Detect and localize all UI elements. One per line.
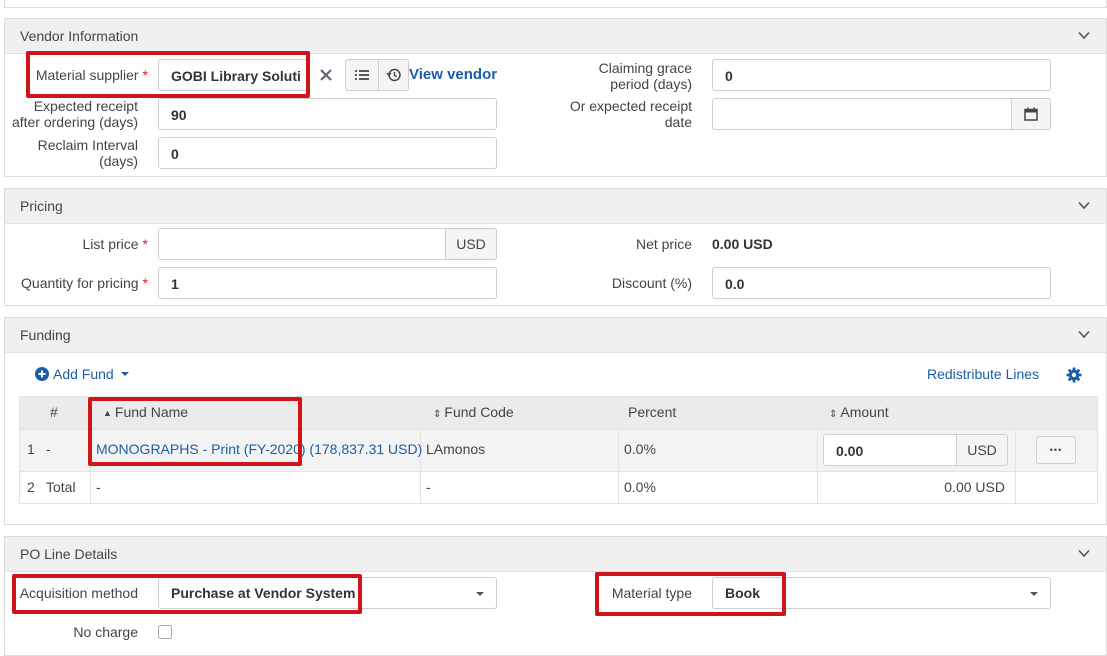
chevron-down-icon[interactable]: [1078, 31, 1090, 40]
list-price-input[interactable]: USD: [158, 228, 497, 260]
row-number: 1: [27, 441, 35, 457]
claiming-grace-input[interactable]: 0: [712, 59, 1051, 91]
net-price-value: 0.00 USD: [712, 236, 773, 252]
redistribute-lines-link[interactable]: Redistribute Lines: [927, 366, 1039, 382]
highlight-fund-name: [88, 397, 302, 466]
gear-icon[interactable]: [1066, 367, 1082, 383]
view-vendor-link[interactable]: View vendor: [409, 66, 497, 83]
list-price-label: List price *: [82, 236, 148, 252]
calendar-button[interactable]: [1011, 98, 1051, 130]
sort-icon: ⇕: [433, 409, 442, 420]
column-header-fund-code[interactable]: ⇕ Fund Code: [433, 404, 514, 420]
column-header-percent: Percent: [628, 404, 677, 420]
total-percent: 0.0%: [624, 479, 656, 495]
clear-icon[interactable]: [319, 68, 333, 82]
dropdown-caret-icon: [476, 592, 484, 596]
highlight-acquisition-method: [12, 574, 362, 614]
required-asterisk: *: [142, 236, 148, 252]
add-fund-button[interactable]: Add Fund: [35, 366, 129, 382]
discount-input[interactable]: 0.0: [712, 267, 1051, 299]
chevron-down-icon[interactable]: [1078, 201, 1090, 210]
or-expected-receipt-date-label: Or expected receipt date: [569, 98, 692, 130]
total-fund-name: -: [96, 479, 101, 495]
pricing-header[interactable]: Pricing: [5, 189, 1106, 224]
chevron-down-icon[interactable]: [1078, 330, 1090, 339]
reclaim-interval-input[interactable]: 0: [158, 137, 497, 169]
expected-receipt-label: Expected receipt after ordering (days): [11, 98, 138, 130]
percent-cell: 0.0%: [624, 441, 656, 457]
column-header-number: #: [50, 404, 58, 420]
total-label: Total: [46, 479, 76, 495]
list-icon[interactable]: [354, 69, 370, 81]
po-line-details-header[interactable]: PO Line Details: [5, 537, 1106, 572]
section-title: Funding: [20, 327, 71, 343]
required-asterisk: *: [142, 275, 148, 291]
no-charge-checkbox[interactable]: [158, 625, 172, 639]
supplier-button-group: [345, 59, 409, 91]
total-row-number: 2: [27, 479, 35, 495]
list-price-currency: USD: [445, 228, 497, 260]
quantity-for-pricing-input[interactable]: 1: [158, 267, 497, 299]
section-title: Pricing: [20, 198, 63, 214]
plus-circle-icon: [35, 367, 49, 381]
caret-down-icon: [120, 372, 129, 376]
funding-header[interactable]: Funding: [5, 318, 1106, 353]
chevron-down-icon[interactable]: [1078, 549, 1090, 558]
net-price-label: Net price: [635, 236, 692, 252]
highlight-material-type: [595, 572, 786, 616]
amount-currency: USD: [956, 434, 1008, 466]
fund-balance: (178,837.31 USD): [309, 441, 423, 457]
column-header-amount[interactable]: ⇕ Amount: [829, 404, 889, 420]
fund-code-cell: LAmonos: [426, 441, 486, 457]
expected-receipt-date-input[interactable]: [712, 98, 1051, 130]
vendor-information-header[interactable]: Vendor Information: [5, 19, 1106, 54]
dropdown-caret-icon: [1030, 592, 1038, 596]
sort-icon: ⇕: [829, 409, 838, 420]
amount-input[interactable]: 0.00 USD: [823, 434, 1008, 466]
history-icon[interactable]: [386, 67, 402, 83]
section-title: Vendor Information: [20, 28, 139, 44]
no-charge-label: No charge: [73, 624, 138, 640]
row-dash: -: [46, 441, 51, 457]
reclaim-interval-label: Reclaim Interval (days): [37, 137, 138, 169]
highlight-material-supplier: [26, 51, 310, 98]
row-actions-button[interactable]: •••: [1036, 436, 1076, 464]
expected-receipt-input[interactable]: 90: [158, 98, 497, 130]
calendar-icon: [1024, 107, 1038, 121]
total-fund-code: -: [426, 479, 431, 495]
discount-label: Discount (%): [611, 275, 692, 291]
quantity-for-pricing-label: Quantity for pricing *: [21, 275, 148, 291]
total-amount: 0.00 USD: [944, 479, 1005, 495]
claiming-grace-label: Claiming grace period (days): [598, 60, 692, 92]
previous-section-edge: [4, 0, 1107, 8]
section-title: PO Line Details: [20, 546, 118, 562]
